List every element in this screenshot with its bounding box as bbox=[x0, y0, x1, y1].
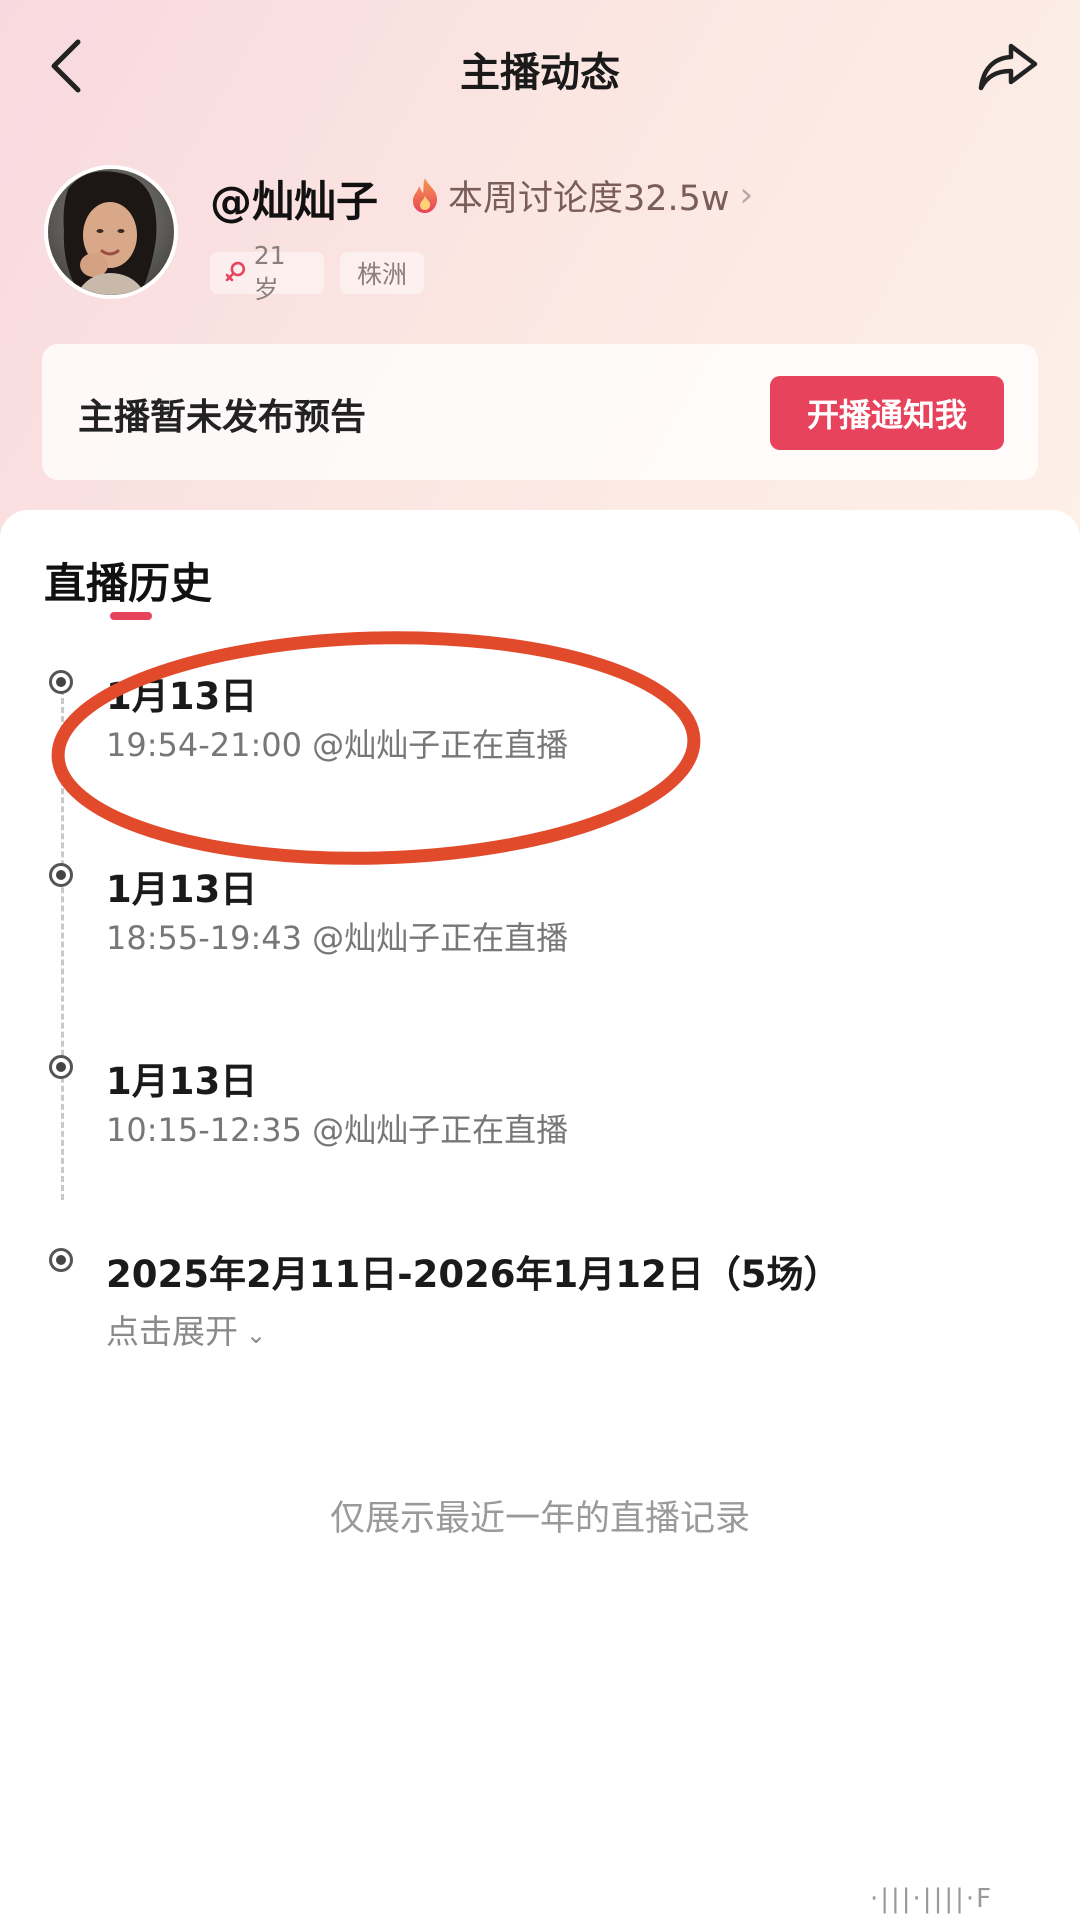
timeline-dot bbox=[49, 1248, 73, 1272]
notify-me-button[interactable]: 开播通知我 bbox=[770, 376, 1004, 450]
share-icon bbox=[978, 43, 1038, 91]
footer-note: 仅展示最近一年的直播记录 bbox=[329, 1499, 750, 1539]
discussion-badge[interactable]: 本周讨论度32.5w › bbox=[410, 170, 753, 220]
live-history-panel: 直播历史 1月13日 19:54-21:00 @灿灿子正在直播 1月13日 18… bbox=[0, 510, 1080, 1919]
entry-date: 1月13日 bbox=[106, 868, 258, 911]
page-title: 主播动态 bbox=[460, 50, 620, 96]
top-nav: 主播动态 bbox=[0, 0, 1080, 130]
avatar-image bbox=[48, 169, 174, 295]
entry-detail[interactable]: 19:54-21:00 @灿灿子正在直播 bbox=[106, 720, 568, 766]
timeline-dot bbox=[49, 670, 73, 694]
expand-link[interactable]: 点击展开 ⌄ bbox=[106, 1305, 266, 1353]
timeline-line bbox=[61, 680, 64, 1200]
chevron-down-icon: ⌄ bbox=[246, 1321, 267, 1349]
notice-text: 主播暂未发布预告 bbox=[78, 397, 367, 438]
section-title: 直播历史 bbox=[44, 559, 213, 608]
watermark-logo: ⋅|||·||||·F bbox=[870, 1884, 994, 1914]
entry-detail[interactable]: 18:55-19:43 @灿灿子正在直播 bbox=[106, 913, 568, 959]
age-tag: 21岁 bbox=[210, 241, 324, 304]
avatar[interactable] bbox=[44, 165, 178, 299]
chevron-right-icon: › bbox=[739, 175, 754, 215]
city-tag: 株洲 bbox=[340, 252, 424, 294]
timeline-dot bbox=[49, 1055, 73, 1079]
entry-date: 1月13日 bbox=[106, 675, 258, 718]
username: @灿灿子 bbox=[210, 177, 379, 226]
entry-date: 1月13日 bbox=[106, 1060, 258, 1103]
age-text: 21岁 bbox=[253, 240, 286, 304]
timeline-dot bbox=[49, 863, 73, 887]
female-icon bbox=[225, 261, 246, 282]
section-underline bbox=[110, 612, 152, 620]
discussion-text: 本周讨论度32.5w bbox=[448, 178, 730, 219]
expand-text: 点击展开 bbox=[106, 1312, 238, 1351]
entry-detail[interactable]: 10:15-12:35 @灿灿子正在直播 bbox=[106, 1105, 568, 1151]
notice-card: 主播暂未发布预告 开播通知我 bbox=[42, 344, 1038, 480]
flame-icon bbox=[413, 178, 438, 213]
share-button[interactable] bbox=[972, 34, 1044, 98]
range-label: 2025年2月11日-2026年1月12日（5场） bbox=[106, 1253, 841, 1296]
